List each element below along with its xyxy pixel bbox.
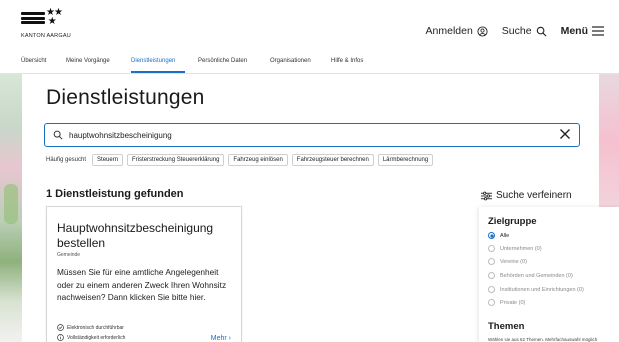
chip-fahrzeug-einloesen[interactable]: Fahrzeug einlösen <box>228 154 288 166</box>
card-meta-completeness: Vollständigkeit erforderlich <box>57 334 125 341</box>
radio-label: Vereine (0) <box>500 258 527 265</box>
radio-option-private[interactable]: Private (0) <box>488 299 525 306</box>
page-title: Dienstleistungen <box>46 86 205 109</box>
refine-label: Suche verfeinern <box>496 190 572 201</box>
themen-heading: Themen <box>488 321 525 332</box>
service-search-box <box>44 123 580 147</box>
info-circle-icon <box>57 334 64 341</box>
card-meta-completeness-label: Vollständigkeit erforderlich <box>67 334 126 341</box>
login-button[interactable]: Anmelden <box>426 25 488 37</box>
chip-fahrzeugsteuer[interactable]: Fahrzeugsteuer berechnen <box>291 154 374 166</box>
radio-option-behoerden[interactable]: Behörden und Gemeinden (0) <box>488 272 573 279</box>
frequent-label: Häufig gesucht <box>46 157 87 163</box>
search-icon <box>536 26 547 36</box>
card-title[interactable]: Hauptwohnsitzbescheinigung bestellen <box>57 221 227 251</box>
tab-hilfe-infos[interactable]: Hilfe & Infos <box>331 58 363 64</box>
tab-dienstleistungen[interactable]: Dienstleistungen <box>131 58 175 64</box>
radio-label: Unternehmen (0) <box>500 245 542 252</box>
radio-button[interactable] <box>488 272 495 279</box>
radio-option-institutionen[interactable]: Institutionen und Einrichtungen (0) <box>488 286 584 293</box>
search-label: Suche <box>501 25 532 37</box>
radio-label: Private (0) <box>500 299 526 306</box>
radio-button[interactable] <box>488 245 495 252</box>
chip-steuern[interactable]: Steuern <box>92 154 124 166</box>
card-more-label: Mehr <box>210 335 227 342</box>
radio-label: Alle <box>500 232 510 239</box>
refine-search-toggle[interactable]: Suche verfeinern <box>481 190 572 201</box>
background-image-left <box>0 74 22 342</box>
menu-button[interactable]: Menü <box>561 25 604 37</box>
search-button[interactable]: Suche <box>502 25 547 37</box>
tab-persoenliche-daten[interactable]: Persönliche Daten <box>198 58 247 64</box>
chevron-right-icon: › <box>228 335 231 342</box>
radio-option-vereine[interactable]: Vereine (0) <box>488 258 527 265</box>
clear-icon[interactable] <box>559 128 571 140</box>
radio-button[interactable] <box>488 286 495 293</box>
card-more-link[interactable]: Mehr › <box>211 335 231 342</box>
themen-subtext: Wählen sie aus 62 Themen. Mehrfachauswah… <box>488 337 598 342</box>
radio-button[interactable] <box>488 258 495 265</box>
filter-panel: Zielgruppe Alle Unternehmen (0) Vereine … <box>479 207 619 342</box>
card-organisation: Gemeinde <box>57 252 81 258</box>
main-nav: Übersicht Meine Vorgänge Dienstleistunge… <box>0 52 619 74</box>
menu-label: Menü <box>560 25 588 37</box>
check-circle-icon <box>57 324 64 331</box>
filter-icon <box>481 191 492 200</box>
logo-stars-icon: ★★ ★ <box>46 7 63 27</box>
card-meta-electronic: Elektronisch durchführbar <box>57 324 124 331</box>
zielgruppe-heading: Zielgruppe <box>488 216 537 227</box>
results-count-heading: 1 Dienstleistung gefunden <box>46 188 184 200</box>
chip-laermberechnung[interactable]: Lärmberechnung <box>377 154 434 166</box>
radio-label: Behörden und Gemeinden (0) <box>500 272 573 279</box>
radio-option-alle[interactable]: Alle <box>488 232 509 239</box>
radio-button[interactable] <box>488 299 495 306</box>
login-icon <box>477 25 488 37</box>
menu-icon <box>592 26 604 36</box>
radio-label: Institutionen und Einrichtungen (0) <box>500 286 584 293</box>
top-actions: Anmelden Suche Menü <box>412 25 604 37</box>
site-header: ★★ ★ KANTON AARGAU Anmelden Suche Menü <box>0 0 619 52</box>
active-tab-indicator <box>131 71 185 73</box>
search-icon <box>53 130 63 140</box>
card-meta-electronic-label: Elektronisch durchführbar <box>67 324 124 331</box>
radio-button[interactable] <box>488 232 495 239</box>
chip-fristerstreckung[interactable]: Fristerstreckung Steuererklärung <box>127 154 225 166</box>
kanton-aargau-logo[interactable]: ★★ ★ KANTON AARGAU <box>21 7 91 42</box>
card-description: Müssen Sie für eine amtliche Angelegenhe… <box>57 267 227 302</box>
tab-meine-vorgaenge[interactable]: Meine Vorgänge <box>66 58 110 64</box>
frequent-searches: Häufig gesucht Steuern Fristerstreckung … <box>46 154 437 166</box>
service-result-card[interactable]: Hauptwohnsitzbescheinigung bestellen Gem… <box>46 206 242 342</box>
tab-uebersicht[interactable]: Übersicht <box>21 58 46 64</box>
logo-stripes-icon <box>21 12 45 28</box>
tab-organisationen[interactable]: Organisationen <box>270 58 311 64</box>
radio-option-unternehmen[interactable]: Unternehmen (0) <box>488 245 542 252</box>
logo-text: KANTON AARGAU <box>21 33 71 39</box>
login-label: Anmelden <box>425 25 473 37</box>
search-input[interactable] <box>69 130 549 140</box>
